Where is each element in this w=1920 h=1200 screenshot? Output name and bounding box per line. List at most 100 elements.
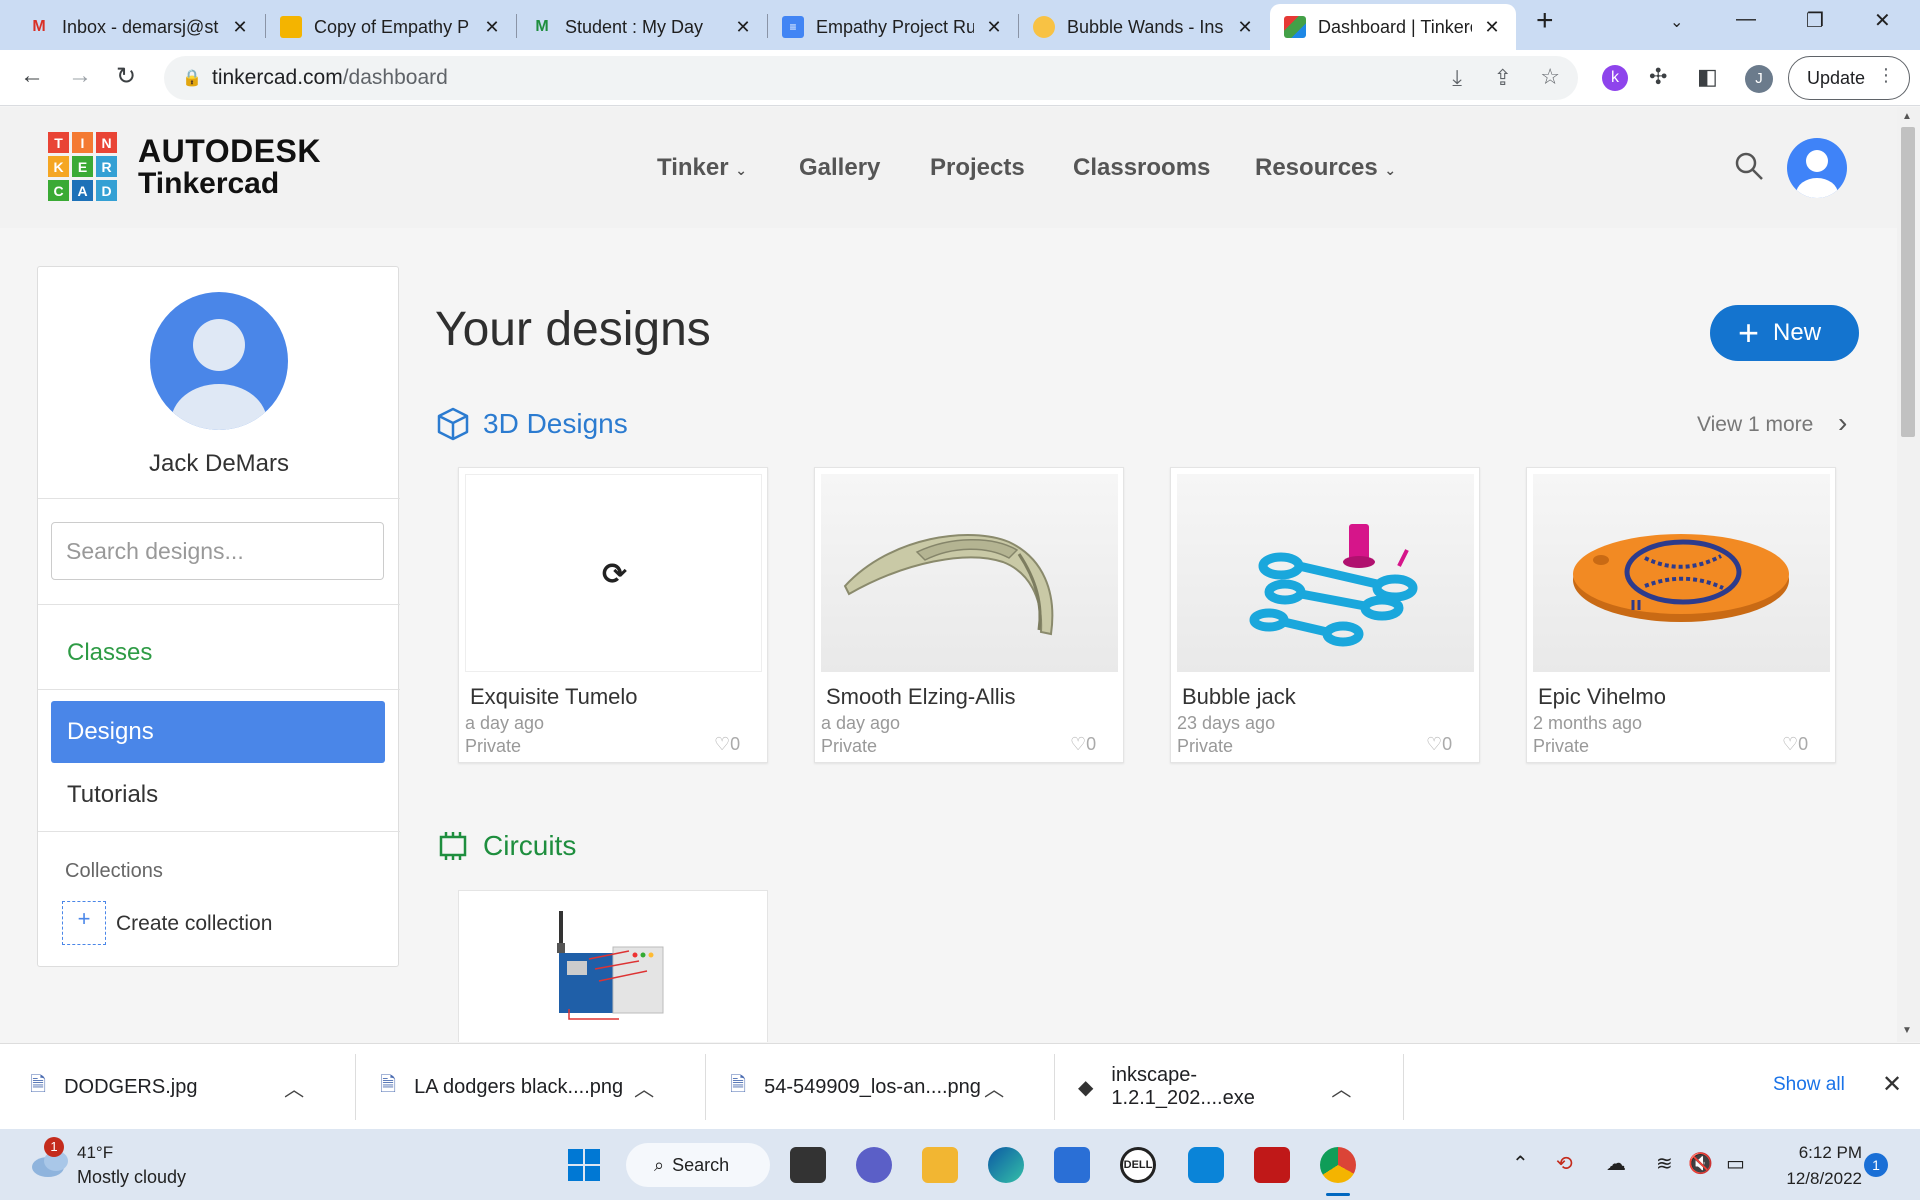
download-item[interactable]: 🗎 LA dodgers black....png ︿ xyxy=(380,1044,654,1130)
sidebar-item-classes[interactable]: Classes xyxy=(67,639,152,667)
design-thumbnail[interactable] xyxy=(1177,474,1474,672)
user-avatar[interactable] xyxy=(1787,138,1847,198)
like-count[interactable]: ♡0 xyxy=(1426,734,1452,755)
arduino-circuit-thumbnail[interactable] xyxy=(459,891,769,1042)
tab-tinkercad[interactable]: Dashboard | Tinkerc ✕ xyxy=(1270,4,1516,50)
chevron-up-icon[interactable]: ︿ xyxy=(634,1073,654,1102)
bookmark-star-icon[interactable]: ☆ xyxy=(1540,64,1560,90)
scroll-up-icon[interactable]: ▲ xyxy=(1902,111,1912,122)
like-count[interactable]: ♡0 xyxy=(714,734,740,755)
design-card[interactable]: Epic Vihelmo 2 months ago Private ♡0 xyxy=(1526,467,1836,763)
add-collection-icon[interactable]: + xyxy=(62,901,106,945)
show-hidden-icons-chevron[interactable]: ⌃ xyxy=(1512,1151,1529,1176)
tab-instructables[interactable]: Bubble Wands - Ins ✕ xyxy=(1019,4,1269,50)
design-title[interactable]: Exquisite Tumelo xyxy=(470,684,638,710)
share-icon[interactable]: ⇪ xyxy=(1494,65,1512,91)
scrollbar-thumb[interactable] xyxy=(1901,127,1915,437)
new-tab-icon[interactable]: + xyxy=(1536,4,1554,38)
show-all-downloads-link[interactable]: Show all xyxy=(1773,1074,1845,1096)
like-count[interactable]: ♡0 xyxy=(1782,734,1808,755)
chrome-icon[interactable] xyxy=(1320,1147,1356,1183)
profile-avatar[interactable]: J xyxy=(1745,65,1773,93)
download-item[interactable]: ◆ inkscape-1.2.1_202....exe ︿ xyxy=(1078,1044,1351,1130)
tab-slides[interactable]: Copy of Empathy P ✕ xyxy=(266,4,516,50)
download-item[interactable]: 🗎 DODGERS.jpg ︿ xyxy=(30,1044,304,1130)
chevron-up-icon[interactable]: ︿ xyxy=(284,1073,304,1102)
tinkercad-logo[interactable]: T I N K E R C A D xyxy=(48,132,117,201)
nav-tinker[interactable]: Tinker ⌄ xyxy=(657,154,747,182)
chevron-up-icon[interactable]: ︿ xyxy=(984,1073,1004,1102)
install-icon[interactable]: ⤓ xyxy=(1452,65,1462,91)
close-window-icon[interactable]: ✕ xyxy=(1874,8,1891,33)
notification-badge[interactable]: 1 xyxy=(1864,1153,1888,1177)
tab-myday[interactable]: M Student : My Day ✕ xyxy=(517,4,767,50)
new-design-button[interactable]: + New xyxy=(1710,305,1859,361)
more-menu-icon[interactable]: ⋮ xyxy=(1877,65,1895,86)
create-collection-link[interactable]: Create collection xyxy=(116,912,272,936)
teams-chat-icon[interactable] xyxy=(856,1147,892,1183)
tab-gmail[interactable]: M Inbox - demarsj@st ✕ xyxy=(14,4,264,50)
back-icon[interactable]: ← xyxy=(20,62,44,90)
tab-docs[interactable]: ≡ Empathy Project Ru ✕ xyxy=(768,4,1018,50)
design-title[interactable]: Smooth Elzing-Allis xyxy=(826,684,1016,710)
tab-search-chevron-icon[interactable]: ⌄ xyxy=(1670,12,1683,32)
microsoft-store-icon[interactable] xyxy=(1054,1147,1090,1183)
design-title[interactable]: Bubble jack xyxy=(1182,684,1296,710)
chevron-right-icon[interactable]: › xyxy=(1838,407,1847,439)
view-more-link[interactable]: View 1 more xyxy=(1697,413,1813,437)
design-thumbnail[interactable]: ⟳ xyxy=(465,474,762,672)
weather-widget[interactable]: 1 xyxy=(28,1137,72,1186)
close-tab-icon[interactable]: ✕ xyxy=(733,17,753,38)
design-title[interactable]: Epic Vihelmo xyxy=(1538,684,1666,710)
circuit-card[interactable] xyxy=(458,890,768,1042)
close-downloads-icon[interactable]: ✕ xyxy=(1882,1070,1902,1099)
sidebar-item-designs[interactable]: Designs xyxy=(51,701,385,763)
battery-icon[interactable]: ▭ xyxy=(1726,1151,1745,1176)
close-tab-icon[interactable]: ✕ xyxy=(230,17,250,38)
forward-icon[interactable]: → xyxy=(68,62,92,90)
design-thumbnail[interactable] xyxy=(1533,474,1830,672)
taskbar-search[interactable]: ⌕ Search xyxy=(626,1143,770,1187)
design-card[interactable]: Bubble jack 23 days ago Private ♡0 xyxy=(1170,467,1480,763)
dell-support-icon[interactable] xyxy=(1188,1147,1224,1183)
restore-icon[interactable]: ❐ xyxy=(1806,8,1824,33)
section-3d-designs[interactable]: 3D Designs xyxy=(437,407,628,441)
close-tab-icon[interactable]: ✕ xyxy=(482,17,502,38)
nav-resources[interactable]: Resources ⌄ xyxy=(1255,154,1396,182)
chevron-up-icon[interactable]: ︿ xyxy=(1331,1073,1351,1102)
design-card[interactable]: Smooth Elzing-Allis a day ago Private ♡0 xyxy=(814,467,1124,763)
wifi-icon[interactable]: ≋ xyxy=(1656,1151,1673,1176)
nav-classrooms[interactable]: Classrooms xyxy=(1073,154,1210,182)
design-thumbnail[interactable] xyxy=(821,474,1118,672)
extensions-puzzle-icon[interactable]: ✣ xyxy=(1649,64,1667,90)
onedrive-cloud-icon[interactable]: ☁ xyxy=(1606,1151,1626,1176)
nav-gallery[interactable]: Gallery xyxy=(799,154,880,182)
search-icon[interactable] xyxy=(1734,151,1764,181)
scroll-down-icon[interactable]: ▼ xyxy=(1902,1025,1912,1036)
address-bar[interactable]: 🔒 tinkercad.com/dashboard ⤓ ⇪ ☆ xyxy=(164,56,1578,100)
design-card[interactable]: ⟳ Exquisite Tumelo a day ago Private ♡0 xyxy=(458,467,768,763)
windows-start-icon[interactable] xyxy=(566,1147,602,1183)
reload-icon[interactable]: ↻ xyxy=(116,62,136,91)
update-button[interactable]: Update ⋮ xyxy=(1788,56,1910,100)
close-tab-icon[interactable]: ✕ xyxy=(1482,17,1502,38)
dell-icon[interactable]: DELL xyxy=(1120,1147,1156,1183)
close-tab-icon[interactable]: ✕ xyxy=(984,17,1004,38)
nav-projects[interactable]: Projects xyxy=(930,154,1025,182)
sidebar-item-tutorials[interactable]: Tutorials xyxy=(67,781,158,809)
edge-browser-icon[interactable] xyxy=(988,1147,1024,1183)
kami-extension-icon[interactable]: k xyxy=(1602,65,1628,91)
like-count[interactable]: ♡0 xyxy=(1070,734,1096,755)
close-tab-icon[interactable]: ✕ xyxy=(1235,17,1255,38)
task-view-icon[interactable] xyxy=(790,1147,826,1183)
section-circuits[interactable]: Circuits xyxy=(437,830,576,862)
mcafee-icon[interactable] xyxy=(1254,1147,1290,1183)
download-item[interactable]: 🗎 54-549909_los-an....png ︿ xyxy=(730,1044,1004,1130)
side-panel-icon[interactable]: ◧ xyxy=(1697,64,1718,90)
file-explorer-icon[interactable] xyxy=(922,1147,958,1183)
system-clock[interactable]: 6:12 PM 12/8/2022 xyxy=(1772,1143,1862,1189)
sync-icon[interactable]: ⟲ xyxy=(1556,1151,1573,1176)
search-designs-input[interactable] xyxy=(51,522,384,580)
minimize-icon[interactable]: — xyxy=(1736,8,1756,31)
page-scrollbar[interactable]: ▲ ▼ xyxy=(1897,107,1920,1042)
